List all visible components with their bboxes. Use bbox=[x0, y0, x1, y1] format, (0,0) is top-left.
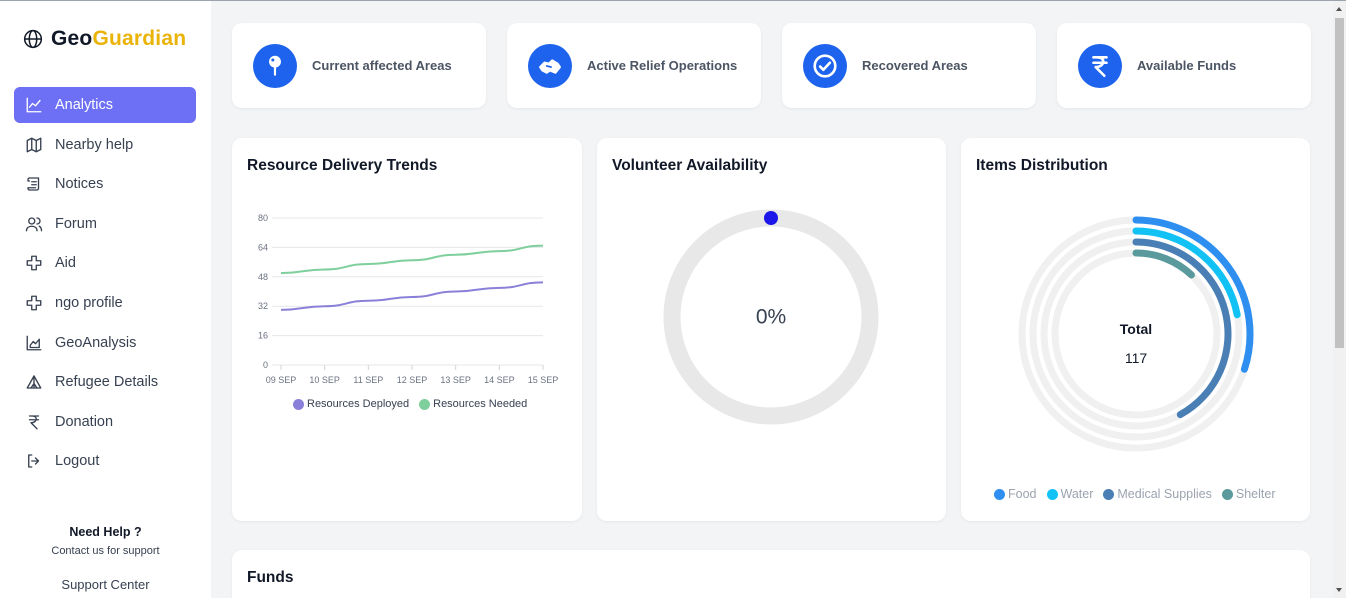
page-scrollbar[interactable] bbox=[1333, 1, 1346, 598]
sidebar-nav: Analytics Nearby help Notices Forum Aid ngo p… bbox=[14, 87, 196, 483]
chart-legend: Resources Deployed Resources Needed bbox=[293, 398, 537, 410]
x-tick-label: 14 SEP bbox=[484, 375, 515, 385]
support-center-link[interactable]: Support Center bbox=[0, 577, 211, 592]
legend-item[interactable]: Medical Supplies bbox=[1103, 487, 1212, 501]
legend-item[interactable]: Shelter bbox=[1221, 487, 1275, 501]
stat-label: Recovered Areas bbox=[862, 58, 968, 73]
stat-label: Active Relief Operations bbox=[587, 58, 738, 73]
y-tick-label: 0 bbox=[263, 360, 268, 370]
handshake-icon bbox=[528, 43, 572, 88]
sidebar-item-refugee-details[interactable]: Refugee Details bbox=[14, 364, 196, 400]
sidebar-item-label: Notices bbox=[55, 176, 104, 193]
sidebar-item-ngo-profile[interactable]: ngo profile bbox=[14, 285, 196, 321]
legend-item[interactable]: Resources Needed bbox=[419, 398, 527, 410]
sidebar-item-donation[interactable]: Donation bbox=[14, 404, 196, 440]
logout-icon bbox=[25, 452, 43, 470]
x-tick-label: 11 SEP bbox=[353, 375, 383, 385]
stat-card-recovered-areas[interactable]: Recovered Areas bbox=[782, 23, 1036, 108]
y-tick-label: 32 bbox=[258, 301, 268, 311]
sidebar-item-geoanalysis[interactable]: GeoAnalysis bbox=[14, 325, 196, 361]
legend-item[interactable]: Water bbox=[1046, 487, 1093, 501]
resource-delivery-panel: Resource Delivery Trends 0 16 32 48 64 80 09 S… bbox=[232, 138, 582, 521]
x-tick-label: 09 SEP bbox=[266, 375, 297, 385]
scroll-thumb[interactable] bbox=[1335, 18, 1344, 348]
stat-card-affected-areas[interactable]: Current affected Areas bbox=[232, 23, 486, 108]
globe-icon bbox=[23, 29, 43, 49]
sidebar-item-notices[interactable]: Notices bbox=[14, 166, 196, 202]
x-tick-label: 13 SEP bbox=[440, 375, 471, 385]
chart-legend: Food Water Medical Supplies Shelter bbox=[994, 487, 1285, 501]
gauge-indicator bbox=[764, 211, 778, 225]
sidebar-item-label: Analytics bbox=[55, 97, 114, 113]
volunteer-gauge: 0% bbox=[663, 209, 879, 425]
funds-panel: Funds bbox=[232, 550, 1310, 598]
map-icon bbox=[25, 136, 43, 154]
total-label: Total bbox=[1120, 321, 1152, 337]
brand-name: GeoGuardian bbox=[51, 27, 187, 50]
scroll-icon bbox=[25, 175, 43, 193]
panel-title: Resource Delivery Trends bbox=[247, 157, 438, 174]
sidebar-item-label: Aid bbox=[55, 255, 76, 272]
sidebar-item-label: Refugee Details bbox=[55, 374, 159, 391]
y-tick-label: 16 bbox=[258, 331, 268, 341]
items-distribution-panel: Items Distribution Total 117 Food Water … bbox=[961, 138, 1310, 521]
gauge-value: 0% bbox=[756, 306, 786, 329]
plus-outline-icon bbox=[25, 294, 43, 312]
stat-label: Current affected Areas bbox=[312, 58, 452, 73]
stat-card-relief-operations[interactable]: Active Relief Operations bbox=[507, 23, 761, 108]
sidebar-item-label: Nearby help bbox=[55, 136, 134, 153]
help-section: Need Help ? Contact us for support Suppo… bbox=[0, 525, 211, 592]
legend-item[interactable]: Resources Deployed bbox=[293, 398, 409, 410]
x-tick-label: 10 SEP bbox=[309, 375, 340, 385]
scroll-up-arrow-icon[interactable] bbox=[1336, 7, 1342, 11]
plus-outline-icon bbox=[25, 254, 43, 272]
y-tick-label: 64 bbox=[258, 242, 268, 252]
sidebar-item-nearby-help[interactable]: Nearby help bbox=[14, 127, 196, 163]
scroll-down-arrow-icon[interactable] bbox=[1336, 588, 1342, 592]
x-tick-label: 15 SEP bbox=[528, 375, 559, 385]
rupee-icon bbox=[1078, 43, 1122, 88]
help-subtitle: Contact us for support bbox=[51, 545, 160, 557]
stat-label: Available Funds bbox=[1137, 58, 1237, 73]
sidebar-item-label: Forum bbox=[55, 215, 97, 232]
panel-title: Items Distribution bbox=[976, 157, 1108, 174]
area-chart-icon bbox=[25, 334, 43, 352]
sidebar-item-aid[interactable]: Aid bbox=[14, 245, 196, 281]
volunteer-availability-panel: Volunteer Availability 0% bbox=[597, 138, 946, 521]
pin-icon bbox=[253, 43, 297, 88]
panel-title: Volunteer Availability bbox=[612, 157, 768, 174]
check-circle-icon bbox=[803, 43, 847, 88]
sidebar-item-label: Donation bbox=[55, 413, 114, 430]
sidebar-item-logout[interactable]: Logout bbox=[14, 443, 196, 479]
series-line-resources-needed bbox=[280, 244, 544, 275]
panel-title: Funds bbox=[247, 569, 294, 586]
rupee-icon bbox=[25, 413, 43, 431]
users-icon bbox=[25, 215, 43, 233]
stat-card-available-funds[interactable]: Available Funds bbox=[1057, 23, 1311, 108]
sidebar: GeoGuardian Analytics Nearby help Notices F… bbox=[0, 1, 211, 598]
sidebar-item-label: GeoAnalysis bbox=[55, 334, 137, 351]
sidebar-item-forum[interactable]: Forum bbox=[14, 206, 196, 242]
sidebar-item-analytics[interactable]: Analytics bbox=[14, 87, 196, 123]
y-tick-label: 48 bbox=[258, 272, 268, 282]
items-distribution-chart: Total 117 bbox=[1018, 216, 1254, 452]
sidebar-item-label: ngo profile bbox=[55, 294, 123, 311]
total-value: 117 bbox=[1125, 350, 1148, 366]
sidebar-item-label: Logout bbox=[55, 453, 100, 470]
y-tick-label: 80 bbox=[258, 213, 268, 223]
help-title: Need Help ? bbox=[69, 525, 142, 539]
chart-line-icon bbox=[25, 96, 43, 114]
brand[interactable]: GeoGuardian bbox=[23, 27, 186, 51]
resource-delivery-chart: 0 16 32 48 64 80 09 SEP 10 SEP 11 SEP 12 SEP 13 SE… bbox=[258, 213, 559, 385]
x-tick-label: 12 SEP bbox=[397, 375, 428, 385]
legend-item[interactable]: Food bbox=[994, 487, 1037, 501]
tent-icon bbox=[25, 373, 43, 391]
